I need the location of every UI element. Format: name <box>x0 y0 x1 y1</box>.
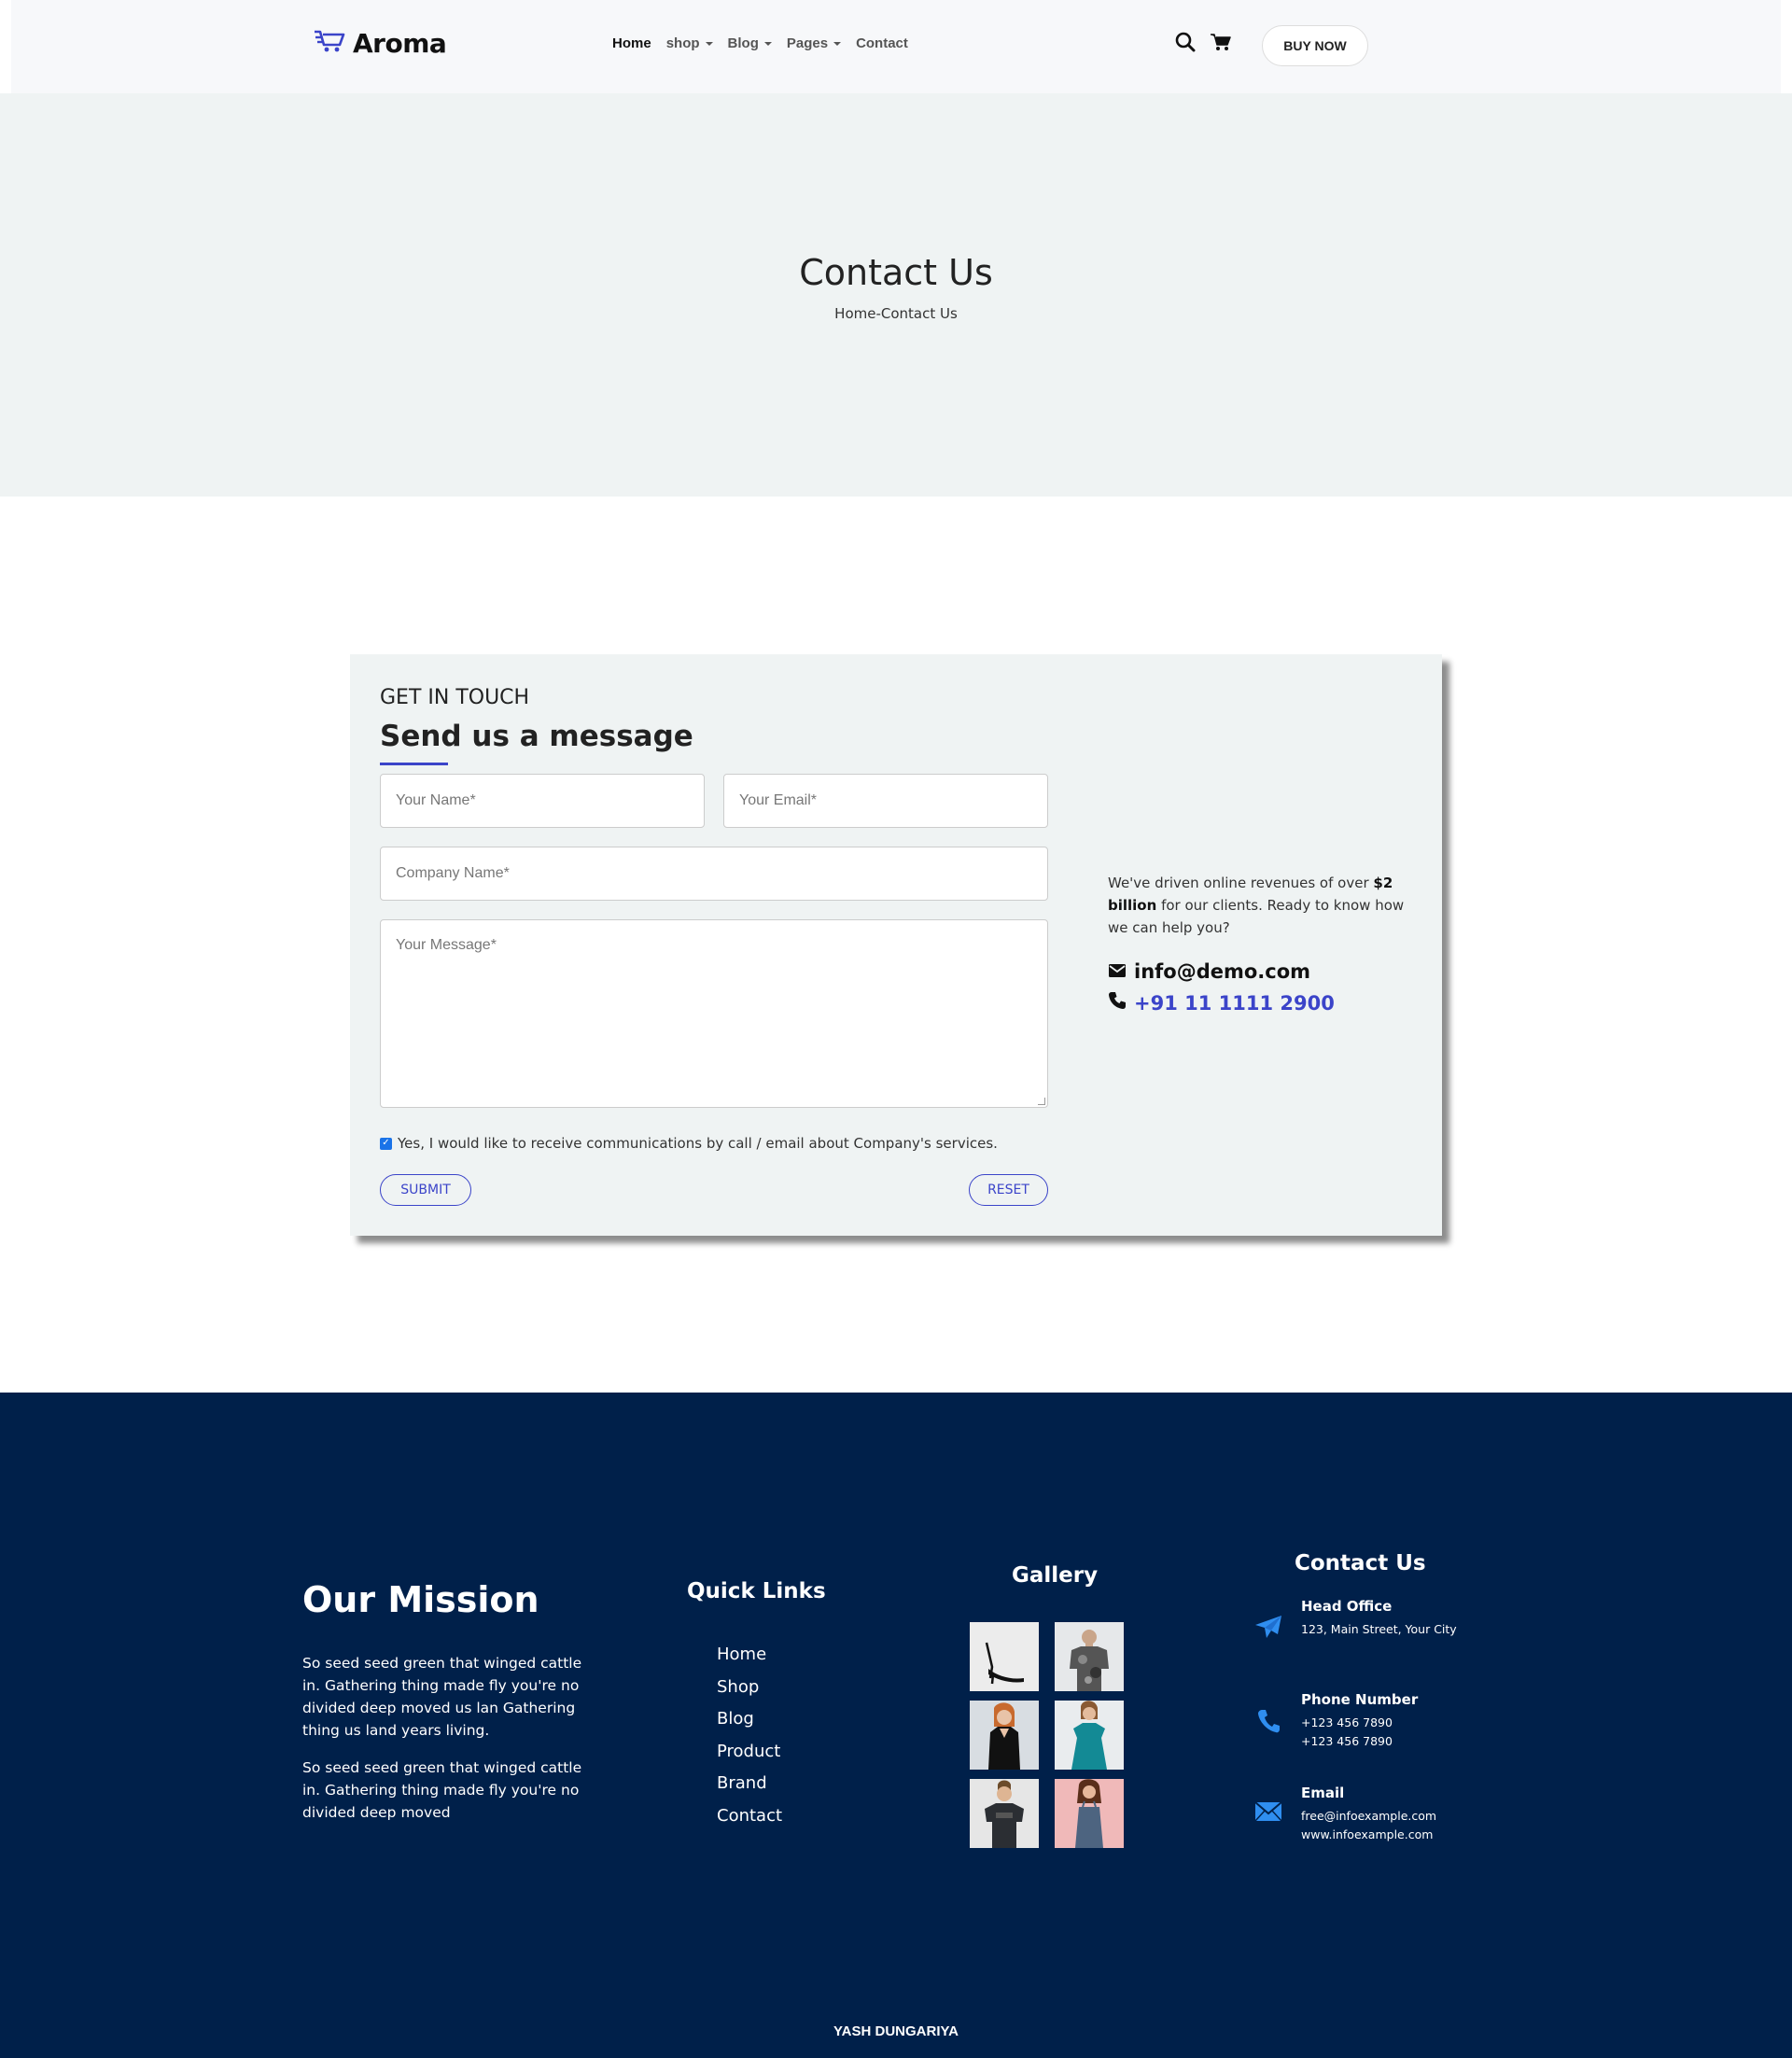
cart-logo-icon <box>314 28 347 59</box>
mission-paragraph: So seed seed green that winged cattle in… <box>302 1655 582 1739</box>
email-placeholder: Your Email* <box>739 792 818 808</box>
email-label: Email <box>1301 1785 1345 1801</box>
message-field[interactable]: Your Message* <box>380 919 1048 1108</box>
phone-icon <box>1108 991 1127 1015</box>
section-title: Send us a message <box>380 720 693 753</box>
title-underline <box>380 763 448 765</box>
mission-paragraph: So seed seed green that winged cattle in… <box>302 1759 582 1821</box>
nav-item-contact[interactable]: Contact <box>856 35 908 51</box>
quick-link-shop[interactable]: Shop <box>717 1677 782 1710</box>
name-field[interactable]: Your Name* <box>380 774 705 828</box>
nav-item-home[interactable]: Home <box>612 35 651 51</box>
head-office-address: 123, Main Street, Your City <box>1301 1622 1457 1636</box>
company-field[interactable]: Company Name* <box>380 847 1048 901</box>
nav-label: Home <box>612 35 651 51</box>
pitch-text: We've driven online revenues of over <box>1108 875 1374 891</box>
nav-item-shop[interactable]: shop <box>666 35 713 51</box>
consent-label: Yes, I would like to receive communicati… <box>398 1135 998 1152</box>
quick-link-brand[interactable]: Brand <box>717 1773 782 1806</box>
phone-number[interactable]: +123 456 7890 <box>1301 1732 1418 1751</box>
page-title: Contact Us <box>799 252 993 293</box>
gallery-title: Gallery <box>1012 1563 1099 1588</box>
phone-item: Phone Number +123 456 7890 +123 456 7890 <box>1251 1691 1418 1751</box>
nav-label: Contact <box>856 35 908 51</box>
head-office-item: Head Office 123, Main Street, Your City <box>1251 1598 1457 1639</box>
site-header: Aroma Home shop Blog Pages Contact BUY N… <box>11 0 1781 93</box>
gallery-grid <box>970 1622 1124 1848</box>
contact-phone[interactable]: +91 11 1111 2900 <box>1108 991 1335 1015</box>
paper-plane-icon <box>1251 1598 1286 1639</box>
email-address[interactable]: free@infoexample.com <box>1301 1807 1436 1826</box>
resize-handle-icon[interactable] <box>1038 1098 1045 1105</box>
page-banner: Contact Us Home-Contact Us <box>0 93 1792 497</box>
breadcrumb: Home-Contact Us <box>834 305 958 322</box>
nav-item-pages[interactable]: Pages <box>786 35 842 51</box>
caret-down-icon <box>763 41 772 46</box>
search-icon[interactable] <box>1175 32 1196 57</box>
contact-pitch: We've driven online revenues of over $2 … <box>1108 872 1425 939</box>
footer-contact-title: Contact Us <box>1295 1551 1426 1575</box>
quick-links-list: Home Shop Blog Product Brand Contact <box>717 1645 782 1838</box>
quick-link-blog[interactable]: Blog <box>717 1709 782 1742</box>
contact-card: GET IN TOUCH Send us a message Your Name… <box>350 654 1442 1236</box>
main-nav: Home shop Blog Pages Contact <box>612 35 908 51</box>
name-placeholder: Your Name* <box>396 792 476 808</box>
email-item: Email free@infoexample.com www.infoexamp… <box>1251 1785 1436 1844</box>
consent-checkbox[interactable]: ✓ <box>380 1137 392 1150</box>
brand-name: Aroma <box>353 28 447 59</box>
caret-down-icon <box>833 41 842 46</box>
section-eyebrow: GET IN TOUCH <box>380 686 530 709</box>
nav-label: Blog <box>727 35 759 51</box>
nav-item-blog[interactable]: Blog <box>728 35 772 51</box>
nav-label: shop <box>665 35 700 51</box>
caret-down-icon <box>705 41 713 46</box>
gallery-image-heels[interactable] <box>970 1622 1039 1691</box>
gallery-image-man-tshirt[interactable] <box>970 1779 1039 1848</box>
quick-link-contact[interactable]: Contact <box>717 1806 782 1839</box>
phone-label: Phone Number <box>1301 1691 1419 1708</box>
envelope-icon <box>1251 1785 1286 1844</box>
contact-email[interactable]: info@demo.com <box>1108 960 1310 983</box>
header-icons <box>1175 32 1231 57</box>
phone-icon <box>1251 1691 1286 1751</box>
website-address[interactable]: www.infoexample.com <box>1301 1826 1436 1844</box>
gallery-image-woman-teal-dress[interactable] <box>1055 1701 1124 1770</box>
quick-link-product[interactable]: Product <box>717 1742 782 1774</box>
gallery-image-man-camo-shirt[interactable] <box>1055 1622 1124 1691</box>
quick-links-title: Quick Links <box>687 1579 826 1603</box>
cart-icon[interactable] <box>1211 33 1231 56</box>
nav-label: Pages <box>786 35 829 51</box>
mission-title: Our Mission <box>302 1579 539 1620</box>
brand-logo[interactable]: Aroma <box>314 28 447 59</box>
gallery-image-woman-black-dress[interactable] <box>970 1701 1039 1770</box>
reset-button[interactable]: RESET <box>969 1174 1048 1206</box>
buy-now-button[interactable]: BUY NOW <box>1262 25 1368 66</box>
phone-number[interactable]: +123 456 7890 <box>1301 1714 1418 1732</box>
head-office-label: Head Office <box>1301 1598 1393 1615</box>
contact-phone-text: +91 11 1111 2900 <box>1134 991 1335 1015</box>
contact-email-text: info@demo.com <box>1134 960 1311 983</box>
site-footer: Our Mission So seed seed green that wing… <box>0 1393 1792 2058</box>
consent-row: ✓ Yes, I would like to receive communica… <box>380 1135 998 1152</box>
submit-button[interactable]: SUBMIT <box>380 1174 471 1206</box>
quick-link-home[interactable]: Home <box>717 1645 782 1677</box>
footer-credit: YASH DUNGARIYA <box>833 2023 959 2039</box>
email-field[interactable]: Your Email* <box>723 774 1048 828</box>
envelope-icon <box>1108 960 1127 983</box>
company-placeholder: Company Name* <box>396 865 510 881</box>
message-placeholder: Your Message* <box>396 937 497 953</box>
gallery-image-woman-blue-dress[interactable] <box>1055 1779 1124 1848</box>
